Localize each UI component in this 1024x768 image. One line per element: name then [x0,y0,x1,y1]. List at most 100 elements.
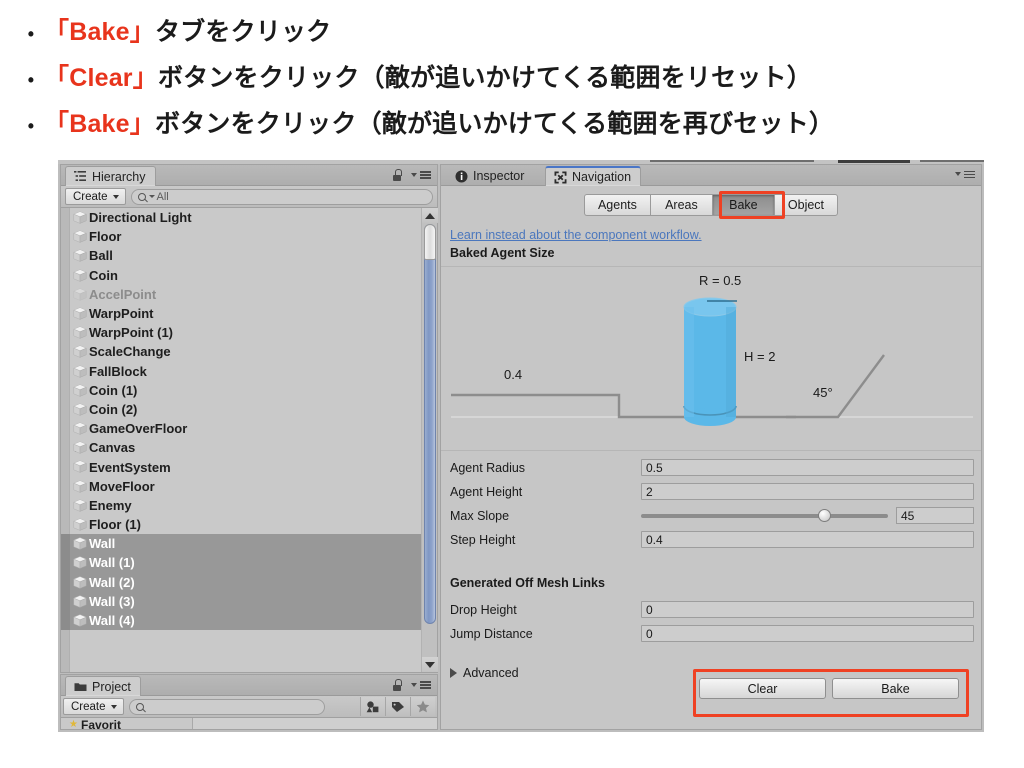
hierarchy-search-input[interactable]: All [130,188,433,205]
gameobject-cube-icon [73,326,87,339]
chevron-down-icon[interactable] [955,172,961,177]
search-icon [135,702,144,711]
hierarchy-scrollbar-thumb-top[interactable] [424,224,436,260]
project-search-input[interactable] [128,698,325,715]
hierarchy-item-wall-4[interactable]: Wall (4) [61,610,437,631]
drop-height-input[interactable]: 0 [641,601,974,618]
bake-button[interactable]: Bake [832,678,959,699]
project-asset-grid[interactable] [193,718,437,729]
hierarchy-panel-menu[interactable] [392,169,431,181]
tab-hierarchy[interactable]: Hierarchy [65,166,156,186]
agent-height-input[interactable]: 2 [641,483,974,500]
nav-tab-bake[interactable]: Bake [711,194,774,216]
tab-inspector[interactable]: Inspector [447,166,533,186]
hierarchy-item-wall[interactable]: Wall [61,534,437,554]
project-panel-menu[interactable] [392,679,431,691]
inspector-panel-menu[interactable] [955,169,975,180]
generated-off-mesh-links-header: Generated Off Mesh Links [450,576,605,590]
hierarchy-item-label: MoveFloor [89,478,155,494]
hierarchy-row-gutter [61,362,70,381]
gameobject-cube-icon [73,288,87,301]
hierarchy-item-coin-1[interactable]: Coin (1) [61,381,437,400]
chevron-down-icon[interactable] [411,683,417,687]
hierarchy-item-scalechange[interactable]: ScaleChange [61,342,437,361]
tab-project[interactable]: Project [65,676,141,696]
diagram-slope-label: 45° [813,385,833,400]
learn-component-workflow-link[interactable]: Learn instead about the component workfl… [450,228,702,242]
hierarchy-scrollbar[interactable] [421,208,438,672]
hamburger-menu-icon[interactable] [964,169,975,180]
gameobject-cube-icon [73,595,87,608]
project-favorites-label: Favorit [81,718,122,732]
hierarchy-item-warppoint[interactable]: WarpPoint [61,304,437,323]
max-slope-input[interactable]: 45 [896,507,974,524]
hierarchy-create-button[interactable]: Create [65,188,126,205]
nav-tab-areas[interactable]: Areas [649,194,712,216]
step-height-input[interactable]: 0.4 [641,531,974,548]
hierarchy-row-gutter [61,266,70,285]
hamburger-menu-icon[interactable] [420,680,431,691]
hierarchy-row-gutter [61,515,70,534]
hierarchy-item-gameoverfloor[interactable]: GameOverFloor [61,419,437,438]
hierarchy-toolbar: Create All [61,186,437,208]
hierarchy-item-warppoint-1[interactable]: WarpPoint (1) [61,323,437,342]
scroll-up-arrow-icon[interactable] [422,208,438,223]
gameobject-cube-icon [73,422,87,435]
hierarchy-item-enemy[interactable]: Enemy [61,496,437,515]
chevron-down-icon[interactable] [411,173,417,177]
hierarchy-row-gutter [61,419,70,438]
max-slope-slider[interactable] [641,508,888,522]
max-slope-slider-knob[interactable] [817,508,831,522]
inspector-navigation-panel: Inspector Navigation Agents Areas Bake O… [440,164,982,730]
hierarchy-scrollbar-thumb[interactable] [424,224,436,624]
hierarchy-item-eventsystem[interactable]: EventSystem [61,457,437,476]
hamburger-menu-icon[interactable] [420,170,431,181]
step-height-label: Step Height [450,532,516,547]
hierarchy-item-floor[interactable]: Floor [61,227,437,246]
hierarchy-item-fallblock[interactable]: FallBlock [61,362,437,381]
star-icon[interactable] [410,697,435,716]
scroll-down-arrow-icon[interactable] [422,657,438,672]
agent-radius-input[interactable]: 0.5 [641,459,974,476]
clear-button[interactable]: Clear [699,678,826,699]
advanced-foldout[interactable]: Advanced [450,666,519,680]
agent-height-label: Agent Height [450,484,523,499]
hierarchy-item-ball[interactable]: Ball [61,246,437,265]
project-create-button[interactable]: Create [63,698,124,715]
slide-bullet-list: • 「Bake」 タブをクリック • 「Clear」 ボタンをクリック（敵が追い… [0,0,1024,158]
lock-icon[interactable] [392,169,402,181]
hierarchy-object-list[interactable]: Directional Light Floor Ball Coin AccelPoint… [61,208,437,672]
hierarchy-item-coin-2[interactable]: Coin (2) [61,400,437,419]
hierarchy-item-directional-light[interactable]: Directional Light [61,208,437,227]
jump-distance-input[interactable]: 0 [641,625,974,642]
gameobject-cube-icon [73,575,87,589]
hierarchy-item-movefloor[interactable]: MoveFloor [61,477,437,496]
hierarchy-item-canvas[interactable]: Canvas [61,438,437,457]
hierarchy-search-value: All [156,190,169,203]
lock-icon[interactable] [392,679,402,691]
hierarchy-item-floor-1[interactable]: Floor (1) [61,515,437,534]
hierarchy-item-coin[interactable]: Coin [61,266,437,285]
shapes-filter-icon[interactable] [360,697,385,716]
gameobject-cube-icon [73,211,87,224]
tag-icon[interactable] [385,697,410,716]
tab-hierarchy-label: Hierarchy [92,169,146,184]
nav-tab-object[interactable]: Object [773,194,839,216]
hierarchy-item-label: WarpPoint [89,306,154,322]
project-tree[interactable]: ★ Favorit [61,718,193,732]
tab-navigation[interactable]: Navigation [545,166,642,186]
hierarchy-item-wall-2[interactable]: Wall (2) [61,572,437,592]
navigation-mode-tabs: Agents Areas Bake Object [441,194,981,216]
hierarchy-item-label: Canvas [89,440,136,456]
hierarchy-item-wall-1[interactable]: Wall (1) [61,553,437,573]
hierarchy-item-label: ScaleChange [89,344,171,360]
hierarchy-item-accelpoint[interactable]: AccelPoint [61,285,437,304]
nav-tab-object-label: Object [787,198,825,212]
search-icon [137,192,146,201]
diagram-step-label: 0.4 [504,367,523,382]
tab-inspector-label: Inspector [473,169,525,183]
gameobject-cube-icon [73,345,87,359]
hierarchy-item-wall-3[interactable]: Wall (3) [61,591,437,611]
search-filter-chevron-icon [148,195,155,198]
nav-tab-agents[interactable]: Agents [583,194,650,216]
